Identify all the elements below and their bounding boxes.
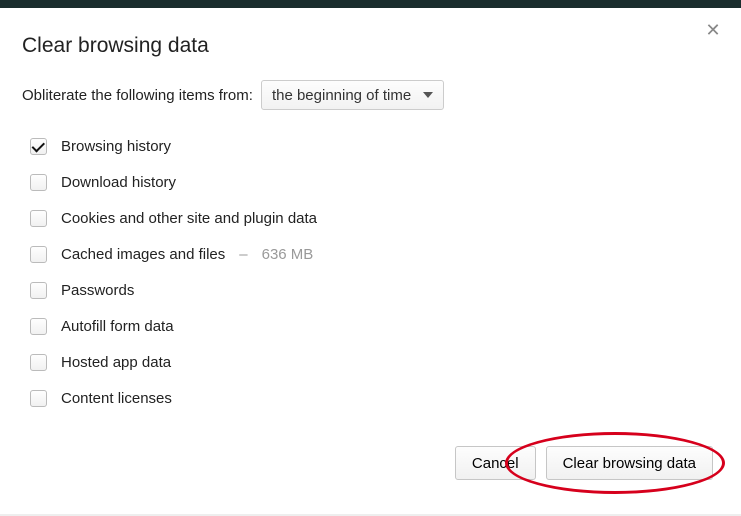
option-autofill[interactable]: Autofill form data: [30, 308, 719, 344]
clear-browsing-data-dialog: ✕ Clear browsing data Obliterate the fol…: [0, 8, 741, 500]
option-cached[interactable]: Cached images and files – 636 MB: [30, 236, 719, 272]
option-cookies[interactable]: Cookies and other site and plugin data: [30, 200, 719, 236]
option-download-history[interactable]: Download history: [30, 164, 719, 200]
option-content-licenses[interactable]: Content licenses: [30, 380, 719, 416]
dialog-actions: Cancel Clear browsing data: [22, 446, 719, 480]
note-separator: –: [239, 246, 247, 263]
time-range-select[interactable]: the beginning of time: [261, 80, 444, 110]
option-label: Cookies and other site and plugin data: [61, 210, 317, 227]
checkbox[interactable]: [30, 174, 47, 191]
option-label: Content licenses: [61, 390, 172, 407]
checkbox[interactable]: [30, 210, 47, 227]
window-titlebar: [0, 0, 741, 8]
checkbox[interactable]: [30, 318, 47, 335]
option-hosted-app[interactable]: Hosted app data: [30, 344, 719, 380]
option-label: Hosted app data: [61, 354, 171, 371]
chevron-down-icon: [423, 92, 433, 98]
checkbox[interactable]: [30, 138, 47, 155]
time-range-label: Obliterate the following items from:: [22, 87, 253, 104]
checkbox[interactable]: [30, 390, 47, 407]
close-icon[interactable]: ✕: [705, 22, 721, 38]
checkbox[interactable]: [30, 354, 47, 371]
option-label: Autofill form data: [61, 318, 174, 335]
checkbox[interactable]: [30, 282, 47, 299]
option-passwords[interactable]: Passwords: [30, 272, 719, 308]
option-label: Passwords: [61, 282, 134, 299]
option-note: 636 MB: [262, 246, 314, 263]
time-range-row: Obliterate the following items from: the…: [22, 80, 719, 110]
option-label: Browsing history: [61, 138, 171, 155]
option-browsing-history[interactable]: Browsing history: [30, 128, 719, 164]
cancel-button[interactable]: Cancel: [455, 446, 536, 480]
checkbox[interactable]: [30, 246, 47, 263]
option-label: Cached images and files: [61, 246, 225, 263]
options-list: Browsing history Download history Cookie…: [22, 128, 719, 416]
time-range-value: the beginning of time: [272, 87, 411, 104]
option-label: Download history: [61, 174, 176, 191]
dialog-title: Clear browsing data: [22, 34, 719, 58]
clear-browsing-data-button[interactable]: Clear browsing data: [546, 446, 713, 480]
